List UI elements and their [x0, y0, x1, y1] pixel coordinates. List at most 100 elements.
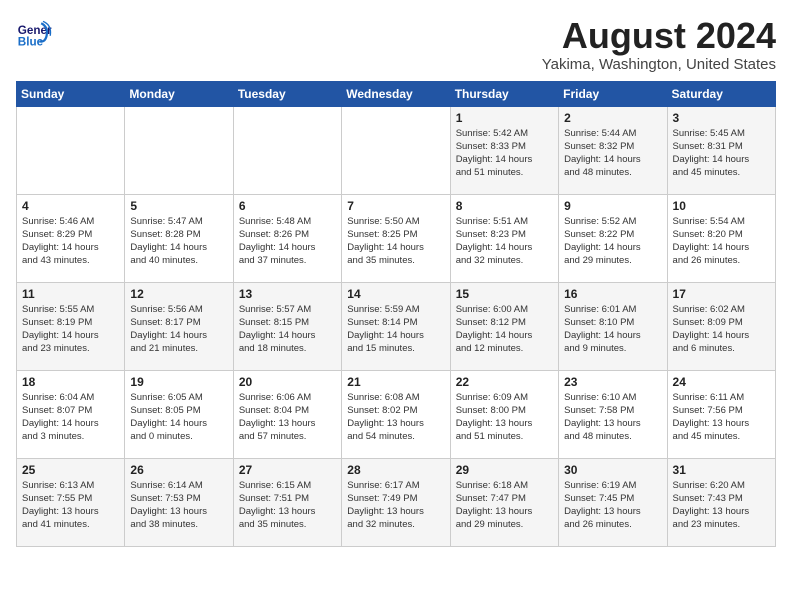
- day-info: Sunrise: 5:50 AM Sunset: 8:25 PM Dayligh…: [347, 215, 444, 268]
- calendar-title: August 2024: [542, 16, 776, 56]
- weekday-header-sunday: Sunday: [17, 81, 125, 106]
- day-number: 6: [239, 199, 336, 213]
- calendar-cell: 7 Sunrise: 5:50 AM Sunset: 8:25 PM Daylig…: [342, 194, 450, 282]
- day-info: Sunrise: 6:18 AM Sunset: 7:47 PM Dayligh…: [456, 479, 553, 532]
- logo-icon: General Blue: [16, 16, 52, 52]
- day-number: 21: [347, 375, 444, 389]
- day-info: Sunrise: 6:06 AM Sunset: 8:04 PM Dayligh…: [239, 391, 336, 444]
- calendar-cell: 5 Sunrise: 5:47 AM Sunset: 8:28 PM Daylig…: [125, 194, 233, 282]
- weekday-header-friday: Friday: [559, 81, 667, 106]
- day-info: Sunrise: 5:56 AM Sunset: 8:17 PM Dayligh…: [130, 303, 227, 356]
- day-number: 23: [564, 375, 661, 389]
- calendar-cell: 17 Sunrise: 6:02 AM Sunset: 8:09 PM Dayli…: [667, 282, 775, 370]
- weekday-header-tuesday: Tuesday: [233, 81, 341, 106]
- day-number: 20: [239, 375, 336, 389]
- calendar-cell: 15 Sunrise: 6:00 AM Sunset: 8:12 PM Dayli…: [450, 282, 558, 370]
- day-info: Sunrise: 6:09 AM Sunset: 8:00 PM Dayligh…: [456, 391, 553, 444]
- day-number: 8: [456, 199, 553, 213]
- day-number: 15: [456, 287, 553, 301]
- calendar-cell: 10Sunrise: 5:54 AM Sunset: 8:20 PM Dayli…: [667, 194, 775, 282]
- calendar-subtitle: Yakima, Washington, United States: [542, 56, 776, 73]
- calendar-cell: 1Sunrise: 5:42 AM Sunset: 8:33 PM Daylig…: [450, 106, 558, 194]
- calendar-cell: 9Sunrise: 5:52 AM Sunset: 8:22 PM Daylig…: [559, 194, 667, 282]
- calendar-cell: [17, 106, 125, 194]
- day-info: Sunrise: 5:46 AM Sunset: 8:29 PM Dayligh…: [22, 215, 119, 268]
- calendar-cell: 26 Sunrise: 6:14 AM Sunset: 7:53 PM Dayli…: [125, 458, 233, 546]
- calendar-cell: 28Sunrise: 6:17 AM Sunset: 7:49 PM Dayli…: [342, 458, 450, 546]
- day-number: 31: [673, 463, 770, 477]
- calendar-cell: 6 Sunrise: 5:48 AM Sunset: 8:26 PM Daylig…: [233, 194, 341, 282]
- day-info: Sunrise: 5:54 AM Sunset: 8:20 PM Dayligh…: [673, 215, 770, 268]
- calendar-cell: 8 Sunrise: 5:51 AM Sunset: 8:23 PM Daylig…: [450, 194, 558, 282]
- page-header: General Blue August 2024 Yakima, Washing…: [16, 16, 776, 73]
- day-number: 17: [673, 287, 770, 301]
- calendar-cell: 11 Sunrise: 5:55 AM Sunset: 8:19 PM Dayli…: [17, 282, 125, 370]
- day-info: Sunrise: 5:42 AM Sunset: 8:33 PM Dayligh…: [456, 127, 553, 180]
- day-info: Sunrise: 6:13 AM Sunset: 7:55 PM Dayligh…: [22, 479, 119, 532]
- calendar-cell: 21 Sunrise: 6:08 AM Sunset: 8:02 PM Dayli…: [342, 370, 450, 458]
- calendar-cell: 18 Sunrise: 6:04 AM Sunset: 8:07 PM Dayli…: [17, 370, 125, 458]
- day-info: Sunrise: 5:48 AM Sunset: 8:26 PM Dayligh…: [239, 215, 336, 268]
- day-info: Sunrise: 5:47 AM Sunset: 8:28 PM Dayligh…: [130, 215, 227, 268]
- day-number: 27: [239, 463, 336, 477]
- calendar-cell: 2 Sunrise: 5:44 AM Sunset: 8:32 PM Daylig…: [559, 106, 667, 194]
- day-number: 11: [22, 287, 119, 301]
- day-info: Sunrise: 6:05 AM Sunset: 8:05 PM Dayligh…: [130, 391, 227, 444]
- weekday-header-saturday: Saturday: [667, 81, 775, 106]
- weekday-header-monday: Monday: [125, 81, 233, 106]
- day-info: Sunrise: 6:11 AM Sunset: 7:56 PM Dayligh…: [673, 391, 770, 444]
- calendar-cell: 29Sunrise: 6:18 AM Sunset: 7:47 PM Dayli…: [450, 458, 558, 546]
- week-row-1: 1Sunrise: 5:42 AM Sunset: 8:33 PM Daylig…: [17, 106, 776, 194]
- day-info: Sunrise: 5:44 AM Sunset: 8:32 PM Dayligh…: [564, 127, 661, 180]
- day-info: Sunrise: 6:14 AM Sunset: 7:53 PM Dayligh…: [130, 479, 227, 532]
- day-info: Sunrise: 6:00 AM Sunset: 8:12 PM Dayligh…: [456, 303, 553, 356]
- day-info: Sunrise: 5:51 AM Sunset: 8:23 PM Dayligh…: [456, 215, 553, 268]
- calendar-cell: 25 Sunrise: 6:13 AM Sunset: 7:55 PM Dayli…: [17, 458, 125, 546]
- day-number: 25: [22, 463, 119, 477]
- logo: General Blue: [16, 16, 52, 52]
- week-row-3: 11 Sunrise: 5:55 AM Sunset: 8:19 PM Dayli…: [17, 282, 776, 370]
- day-info: Sunrise: 6:20 AM Sunset: 7:43 PM Dayligh…: [673, 479, 770, 532]
- week-row-5: 25 Sunrise: 6:13 AM Sunset: 7:55 PM Dayli…: [17, 458, 776, 546]
- day-number: 13: [239, 287, 336, 301]
- day-number: 4: [22, 199, 119, 213]
- week-row-4: 18 Sunrise: 6:04 AM Sunset: 8:07 PM Dayli…: [17, 370, 776, 458]
- calendar-cell: 22 Sunrise: 6:09 AM Sunset: 8:00 PM Dayli…: [450, 370, 558, 458]
- week-row-2: 4 Sunrise: 5:46 AM Sunset: 8:29 PM Daylig…: [17, 194, 776, 282]
- calendar-cell: [233, 106, 341, 194]
- day-number: 30: [564, 463, 661, 477]
- day-number: 28: [347, 463, 444, 477]
- calendar-cell: 12Sunrise: 5:56 AM Sunset: 8:17 PM Dayli…: [125, 282, 233, 370]
- day-info: Sunrise: 6:02 AM Sunset: 8:09 PM Dayligh…: [673, 303, 770, 356]
- day-info: Sunrise: 6:04 AM Sunset: 8:07 PM Dayligh…: [22, 391, 119, 444]
- calendar-cell: 31 Sunrise: 6:20 AM Sunset: 7:43 PM Dayli…: [667, 458, 775, 546]
- day-info: Sunrise: 5:52 AM Sunset: 8:22 PM Dayligh…: [564, 215, 661, 268]
- calendar-cell: 16Sunrise: 6:01 AM Sunset: 8:10 PM Dayli…: [559, 282, 667, 370]
- day-info: Sunrise: 5:55 AM Sunset: 8:19 PM Dayligh…: [22, 303, 119, 356]
- day-info: Sunrise: 5:57 AM Sunset: 8:15 PM Dayligh…: [239, 303, 336, 356]
- calendar-cell: 14 Sunrise: 5:59 AM Sunset: 8:14 PM Dayli…: [342, 282, 450, 370]
- calendar-cell: 30 Sunrise: 6:19 AM Sunset: 7:45 PM Dayli…: [559, 458, 667, 546]
- calendar-cell: [342, 106, 450, 194]
- calendar-cell: [125, 106, 233, 194]
- calendar-cell: 20 Sunrise: 6:06 AM Sunset: 8:04 PM Dayli…: [233, 370, 341, 458]
- day-number: 7: [347, 199, 444, 213]
- day-number: 24: [673, 375, 770, 389]
- calendar-cell: 3Sunrise: 5:45 AM Sunset: 8:31 PM Daylig…: [667, 106, 775, 194]
- day-number: 5: [130, 199, 227, 213]
- day-number: 22: [456, 375, 553, 389]
- calendar-cell: 4 Sunrise: 5:46 AM Sunset: 8:29 PM Daylig…: [17, 194, 125, 282]
- calendar-cell: 13 Sunrise: 5:57 AM Sunset: 8:15 PM Dayli…: [233, 282, 341, 370]
- day-info: Sunrise: 6:08 AM Sunset: 8:02 PM Dayligh…: [347, 391, 444, 444]
- calendar-cell: 27Sunrise: 6:15 AM Sunset: 7:51 PM Dayli…: [233, 458, 341, 546]
- day-number: 18: [22, 375, 119, 389]
- day-info: Sunrise: 6:19 AM Sunset: 7:45 PM Dayligh…: [564, 479, 661, 532]
- day-number: 14: [347, 287, 444, 301]
- day-number: 26: [130, 463, 227, 477]
- weekday-header-row: SundayMondayTuesdayWednesdayThursdayFrid…: [17, 81, 776, 106]
- calendar-cell: 23Sunrise: 6:10 AM Sunset: 7:58 PM Dayli…: [559, 370, 667, 458]
- day-info: Sunrise: 5:59 AM Sunset: 8:14 PM Dayligh…: [347, 303, 444, 356]
- day-number: 2: [564, 111, 661, 125]
- day-number: 16: [564, 287, 661, 301]
- calendar-cell: 24 Sunrise: 6:11 AM Sunset: 7:56 PM Dayli…: [667, 370, 775, 458]
